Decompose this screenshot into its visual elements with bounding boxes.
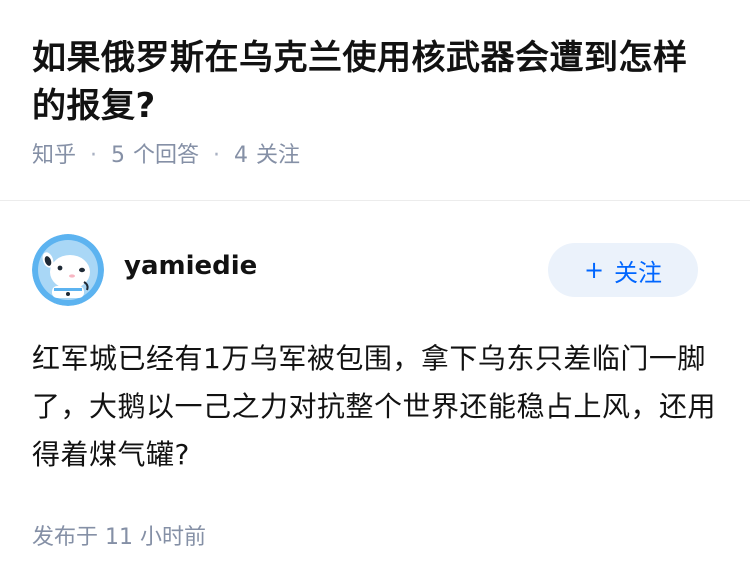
author-row: yamiedie + 关注 xyxy=(32,233,718,307)
meta-separator: · xyxy=(90,143,98,168)
follow-button-label: 关注 xyxy=(614,258,663,287)
question-meta: 知乎 · 5 个回答 · 4 关注 xyxy=(32,140,718,172)
source-label: 知乎 xyxy=(32,143,77,168)
follow-count-label: 关注 xyxy=(256,143,301,168)
author-name[interactable]: yamiedie xyxy=(124,251,548,281)
plus-icon: + xyxy=(583,256,605,284)
answer-card: yamiedie + 关注 红军城已经有1万乌军被包围，拿下乌东只差临门一脚了，… xyxy=(0,201,750,551)
meta-separator: · xyxy=(213,143,221,168)
publish-time: 发布于 11 小时前 xyxy=(32,525,206,550)
answer-content[interactable]: 红军城已经有1万乌军被包围，拿下乌东只差临门一脚了，大鹅以一己之力对抗整个世界还… xyxy=(32,335,718,479)
avatar[interactable] xyxy=(32,234,104,306)
white-dog-avatar-icon xyxy=(32,234,104,306)
question-title[interactable]: 如果俄罗斯在乌克兰使用核武器会遭到怎样的报复? xyxy=(32,34,718,130)
follow-count: 4 xyxy=(234,143,249,168)
answer-count-label: 个回答 xyxy=(133,143,200,168)
answer-count: 5 xyxy=(111,143,126,168)
follow-button[interactable]: + 关注 xyxy=(548,243,698,297)
question-header: 如果俄罗斯在乌克兰使用核武器会遭到怎样的报复? 知乎 · 5 个回答 · 4 关… xyxy=(0,0,750,168)
